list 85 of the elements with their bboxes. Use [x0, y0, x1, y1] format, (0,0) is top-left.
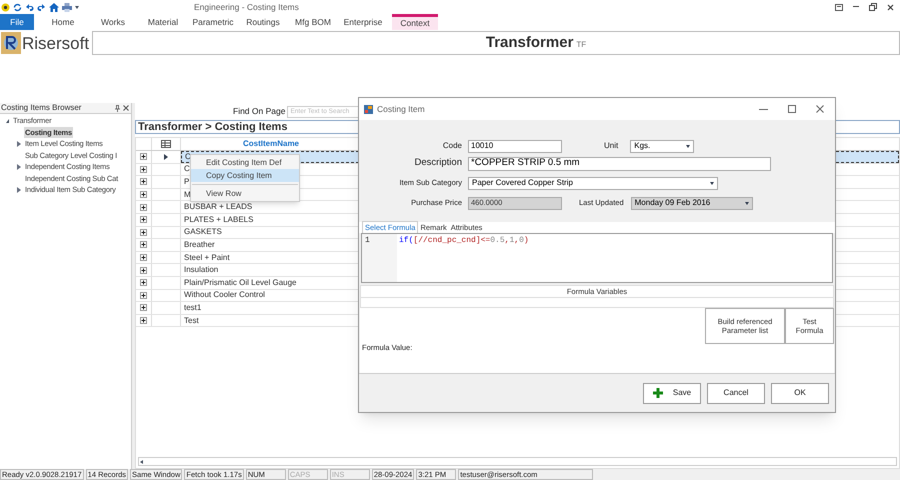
refresh-icon[interactable] — [13, 2, 22, 12]
ribbon-tab[interactable]: Enterprise — [342, 14, 384, 30]
column-chooser-icon[interactable] — [161, 140, 171, 148]
expand-row-icon[interactable] — [140, 279, 147, 286]
ribbon-tab[interactable]: Works — [92, 14, 134, 30]
expand-row-icon[interactable] — [140, 254, 147, 262]
close-icon[interactable] — [816, 105, 824, 113]
ribbon-tab[interactable]: Mfg BOM — [292, 14, 334, 30]
printer-icon[interactable] — [62, 2, 72, 12]
table-cell: BUSBAR + LEADS — [184, 201, 252, 214]
table-cell: Breather — [184, 238, 215, 251]
file-menu-button[interactable]: File — [0, 14, 34, 30]
dialog-button[interactable]: OK — [771, 382, 829, 404]
table-cell: Without Cooler Control — [184, 289, 265, 302]
line-number: 1 — [365, 235, 370, 247]
ribbon-tab[interactable]: Material — [142, 14, 184, 30]
table-cell: C — [184, 163, 190, 176]
expand-row-icon[interactable] — [140, 241, 147, 248]
dropdown-field[interactable]: Kgs. — [630, 140, 694, 152]
expand-row-icon[interactable] — [140, 178, 147, 186]
dialog-button[interactable]: Cancel — [707, 382, 765, 404]
table-cell: M — [184, 188, 191, 201]
column-header[interactable]: CostItemName — [181, 138, 361, 150]
expand-row-icon[interactable] — [140, 304, 147, 312]
minimize-icon[interactable] — [759, 108, 768, 110]
horizontal-scrollbar[interactable] — [138, 457, 897, 466]
ribbon-tab[interactable]: Home — [42, 14, 84, 30]
expand-row-icon[interactable] — [140, 191, 147, 198]
pin-icon[interactable] — [115, 104, 120, 112]
menu-item[interactable]: View Row — [191, 187, 299, 200]
ribbon-display-icon[interactable] — [835, 4, 843, 10]
expand-row-icon[interactable] — [140, 228, 147, 236]
maximize-icon[interactable] — [788, 105, 796, 113]
brand-name: Risersoft — [22, 34, 90, 52]
table-cell: test1 — [184, 302, 202, 314]
menu-item[interactable]: Copy Costing Item — [191, 169, 299, 182]
ribbon-tab[interactable]: Routings — [242, 14, 284, 30]
field-label: Description — [413, 156, 462, 170]
home-icon[interactable] — [49, 2, 59, 12]
field-label: Code — [442, 140, 462, 152]
dropdown-caret-icon[interactable] — [75, 6, 79, 8]
expand-arrow-icon[interactable] — [17, 140, 21, 147]
input-field[interactable]: 10010 — [468, 140, 562, 152]
collapse-arrow-icon[interactable] — [6, 118, 8, 123]
minimize-icon[interactable] — [853, 6, 859, 8]
table-cell: C — [185, 150, 191, 163]
table-cell: Steel + Paint — [184, 252, 230, 264]
table-cell: GASKETS — [184, 226, 222, 238]
menu-item[interactable]: Edit Costing Item Def — [191, 156, 299, 169]
save-button[interactable]: Save — [643, 382, 701, 404]
input-field[interactable]: *COPPER STRIP 0.5 mm — [468, 156, 771, 170]
panel-title: Costing Items Browser — [1, 102, 82, 114]
close-icon[interactable] — [887, 4, 894, 10]
code-editor[interactable]: 1 if([//cnd_pc_cnd]<=0.5,1,0) — [361, 233, 833, 283]
expand-row-icon[interactable] — [140, 216, 147, 224]
table-cell: Test — [184, 314, 199, 327]
expand-row-icon[interactable] — [140, 317, 147, 324]
window-title: Engineering - Costing Items — [194, 0, 299, 14]
heading-suffix: TF — [576, 39, 586, 51]
app-window-icon — [364, 104, 373, 114]
logo-icon — [1, 32, 21, 54]
expand-arrow-icon[interactable] — [17, 164, 21, 170]
expand-arrow-icon[interactable] — [17, 186, 21, 193]
restore-icon[interactable] — [869, 3, 877, 11]
ribbon-tab[interactable]: Parametric — [192, 14, 234, 30]
close-icon[interactable] — [123, 105, 129, 111]
table-cell: PLATES + LABELS — [184, 214, 254, 226]
breadcrumb: Transformer > Costing Items — [138, 120, 288, 135]
expand-row-icon[interactable] — [140, 266, 147, 274]
expand-row-icon[interactable] — [140, 292, 147, 299]
expand-row-icon[interactable] — [140, 153, 147, 160]
undo-icon[interactable] — [25, 2, 34, 12]
table-cell: P — [184, 176, 190, 188]
find-label: Find On Page — [233, 105, 286, 118]
table-cell: Insulation — [184, 264, 218, 276]
dropdown-field[interactable]: Paper Covered Copper Strip — [468, 176, 718, 190]
table-cell: Plain/Prismatic Oil Level Gauge — [184, 276, 296, 289]
field-label: Unit — [604, 140, 618, 152]
date-picker[interactable]: Monday 09 Feb 2016 — [630, 196, 753, 210]
page-heading: Transformer — [486, 32, 574, 53]
expand-row-icon[interactable] — [140, 166, 147, 173]
redo-icon[interactable] — [37, 2, 46, 12]
plus-icon — [652, 388, 663, 398]
expand-row-icon[interactable] — [140, 204, 147, 211]
formula-code: if([//cnd_pc_cnd]<=0.5,1,0) — [399, 235, 529, 247]
